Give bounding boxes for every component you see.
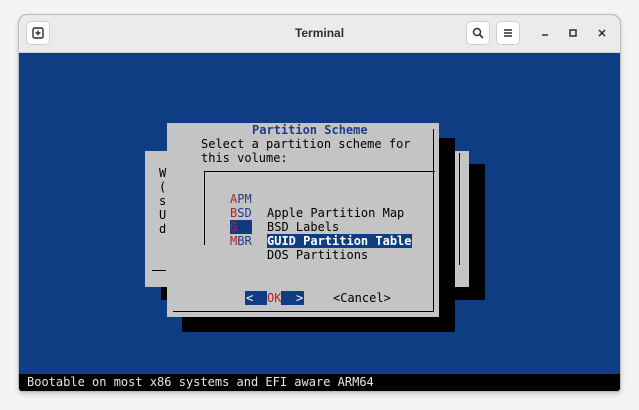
status-text: Bootable on most x86 systems and EFI awa… (27, 375, 374, 389)
search-button[interactable] (466, 21, 490, 45)
menu-item-label: Apple Partition Map (267, 206, 405, 220)
close-icon (598, 29, 606, 37)
close-button[interactable] (594, 25, 610, 41)
menu-box-top-border (204, 171, 435, 172)
status-bar: Bootable on most x86 systems and EFI awa… (19, 374, 620, 391)
menu-item-label: BSD Labels (267, 220, 340, 234)
menu-item-bsd[interactable]: BSD BSD Labels (230, 192, 339, 234)
menu-box-left-border (204, 171, 205, 245)
menu-item-key: BR (237, 234, 252, 248)
background-char: d (159, 222, 167, 236)
menu-item-gpt[interactable]: GPT GUID Partition Table (230, 206, 412, 248)
terminal-area[interactable]: W ( s U d Partition Scheme Select a part… (19, 53, 620, 391)
menu-item-label: GUID Partition Table (267, 234, 412, 248)
menu-button[interactable] (496, 21, 520, 45)
ok-bracket-right: > (296, 291, 304, 305)
dialog-bottom-border (173, 311, 434, 312)
maximize-button[interactable] (565, 25, 581, 41)
cancel-button[interactable]: <Cancel> (333, 291, 391, 305)
menu-item-apm[interactable]: APM Apple Partition Map (230, 178, 404, 220)
menu-item-label: DOS Partitions (267, 248, 369, 262)
minimize-icon (542, 34, 548, 36)
background-dialog-border (459, 153, 460, 265)
hamburger-icon (504, 29, 512, 37)
title-bar: Terminal (19, 15, 620, 53)
maximize-icon (569, 29, 577, 37)
background-char: s (159, 194, 167, 208)
background-char: W (159, 166, 167, 180)
background-dialog-border (152, 270, 166, 271)
background-char: ( (159, 180, 167, 194)
ok-button[interactable]: < OK > (245, 291, 304, 305)
background-char: U (159, 208, 167, 222)
minimize-button[interactable] (537, 25, 553, 41)
window-title: Terminal (294, 26, 345, 40)
dialog-prompt: this volume: (201, 151, 288, 165)
dialog-title: Partition Scheme (252, 123, 368, 137)
ok-bracket-left: < (246, 291, 254, 305)
search-icon (472, 27, 484, 39)
ok-label: OK (267, 291, 282, 305)
terminal-window: Terminal W (s U d Partition Scheme Sele… (19, 15, 620, 391)
dialog-right-border (433, 129, 434, 312)
menu-item-mbr[interactable]: MBR DOS Partitions (230, 220, 368, 262)
dialog-prompt: Select a partition scheme for (201, 137, 411, 151)
